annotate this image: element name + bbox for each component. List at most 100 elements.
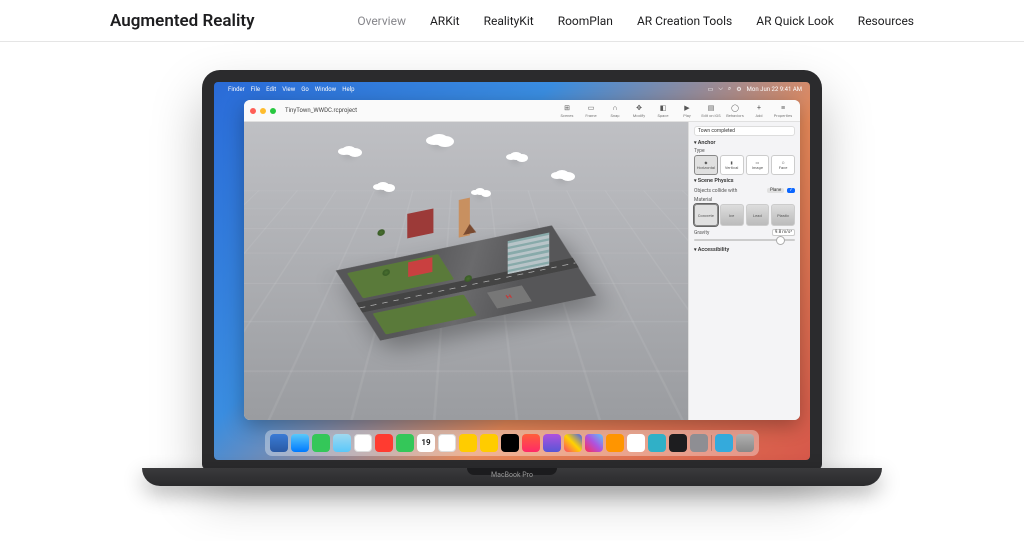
menubar-clock: Mon Jun 22 9:41 AM: [747, 86, 802, 93]
nav-arkit[interactable]: ARKit: [430, 14, 460, 28]
nav-creation-tools[interactable]: AR Creation Tools: [637, 14, 732, 28]
menu-file[interactable]: File: [251, 86, 260, 93]
dock-reminders-icon[interactable]: [459, 434, 477, 452]
menubar-app[interactable]: Finder: [228, 86, 245, 93]
control-center-icon[interactable]: ⚙: [736, 86, 741, 93]
dock-podcasts-icon[interactable]: [543, 434, 561, 452]
dock-safari-icon[interactable]: [291, 434, 309, 452]
gravity-slider[interactable]: [694, 239, 795, 241]
cloud-icon: [555, 170, 569, 179]
nav-roomplan[interactable]: RoomPlan: [558, 14, 613, 28]
material-concrete[interactable]: Concrete: [694, 204, 718, 226]
anchor-section[interactable]: Anchor: [694, 140, 795, 146]
traffic-lights: [250, 108, 276, 114]
tool-edit-ios[interactable]: ▤Edit on iOS: [700, 103, 722, 118]
collide-value[interactable]: Plane: [767, 188, 784, 193]
behaviors-icon: ◯: [730, 103, 740, 113]
laptop-screen: Finder File Edit View Go Window Help ▭ ⌵…: [214, 82, 810, 460]
material-lead[interactable]: Lead: [746, 204, 770, 226]
dock-tv-icon[interactable]: [501, 434, 519, 452]
laptop-label: MacBook Pro: [491, 471, 533, 479]
dock-calendar-icon[interactable]: 19: [417, 434, 435, 452]
cloud-icon: [510, 152, 522, 160]
search-icon[interactable]: ⌕: [728, 85, 731, 93]
gravity-value[interactable]: 9.8 m/s²: [772, 229, 795, 236]
top-nav: Augmented Reality Overview ARKit Reality…: [0, 0, 1024, 42]
dock-photos-icon[interactable]: [375, 434, 393, 452]
cloud-icon: [475, 188, 485, 195]
menu-help[interactable]: Help: [342, 86, 354, 93]
window-title: TinyTown_WWDC.rcproject: [285, 107, 357, 114]
menu-go[interactable]: Go: [301, 86, 309, 93]
dock-music-icon[interactable]: [522, 434, 540, 452]
dock-mail-icon[interactable]: [333, 434, 351, 452]
nav-links: Overview ARKit RealityKit RoomPlan AR Cr…: [357, 14, 914, 28]
tool-space[interactable]: ◧Space: [652, 103, 674, 118]
nav-resources[interactable]: Resources: [858, 14, 914, 28]
cloud-icon: [377, 182, 389, 190]
collide-toggle[interactable]: ✓: [787, 188, 795, 193]
anchor-face[interactable]: ☺Face: [771, 155, 795, 175]
status-field[interactable]: Town completed: [694, 126, 795, 136]
dock-finder-icon[interactable]: [270, 434, 288, 452]
anchor-horizontal[interactable]: ◆Horizontal: [694, 155, 718, 175]
tool-modify[interactable]: ✥Modify: [628, 103, 650, 118]
dock-trash-icon[interactable]: [736, 434, 754, 452]
dock-keynote-icon[interactable]: [606, 434, 624, 452]
snap-icon: ∩: [610, 103, 620, 113]
menu-view[interactable]: View: [282, 86, 295, 93]
cloud-icon: [430, 134, 448, 145]
nav-quick-look[interactable]: AR Quick Look: [756, 14, 834, 28]
anchor-type-label: Type: [694, 148, 795, 154]
device-icon: ▤: [706, 103, 716, 113]
nav-overview[interactable]: Overview: [357, 14, 406, 28]
physics-section[interactable]: Scene Physics: [694, 178, 795, 184]
macos-menubar: Finder File Edit View Go Window Help ▭ ⌵…: [214, 82, 810, 96]
hero-stage: Finder File Edit View Go Window Help ▭ ⌵…: [0, 42, 1024, 541]
dock-maps-icon[interactable]: [354, 434, 372, 452]
helipad: H: [487, 286, 531, 309]
dock-preferences-icon[interactable]: [690, 434, 708, 452]
dock-facetime-icon[interactable]: [396, 434, 414, 452]
tool-snap[interactable]: ∩Snap: [604, 103, 626, 118]
window-titlebar: TinyTown_WWDC.rcproject ⊞Scenes ▭Frame ∩…: [244, 100, 800, 122]
anchor-image[interactable]: ▭Image: [746, 155, 770, 175]
dock-messages-icon[interactable]: [312, 434, 330, 452]
laptop: Finder File Edit View Go Window Help ▭ ⌵…: [142, 70, 882, 486]
space-icon: ◧: [658, 103, 668, 113]
material-plastic[interactable]: Plastic: [771, 204, 795, 226]
gravity-label: Gravity: [694, 230, 709, 236]
modify-icon: ✥: [634, 103, 644, 113]
menu-window[interactable]: Window: [315, 86, 336, 93]
page-title: Augmented Reality: [110, 11, 255, 31]
tool-behaviors[interactable]: ◯Behaviors: [724, 103, 746, 118]
dock-pages-icon[interactable]: [648, 434, 666, 452]
tool-properties[interactable]: ≡Properties: [772, 103, 794, 118]
material-row: Concrete Ice Lead Plastic: [694, 204, 795, 226]
nav-realitykit[interactable]: RealityKit: [484, 14, 534, 28]
anchor-vertical[interactable]: ▮Vertical: [720, 155, 744, 175]
dock-separator: [711, 435, 712, 451]
tool-play[interactable]: ▶Play: [676, 103, 698, 118]
minimize-icon[interactable]: [260, 108, 266, 114]
menu-edit[interactable]: Edit: [266, 86, 276, 93]
reality-composer-window: TinyTown_WWDC.rcproject ⊞Scenes ▭Frame ∩…: [244, 100, 800, 420]
tool-add[interactable]: +Add: [748, 103, 770, 118]
zoom-icon[interactable]: [270, 108, 276, 114]
dock-xcode-icon[interactable]: [669, 434, 687, 452]
ground-plane: H: [336, 225, 597, 340]
dock-notes-icon[interactable]: [480, 434, 498, 452]
dock-numbers-icon[interactable]: [627, 434, 645, 452]
dock-news-icon[interactable]: [564, 434, 582, 452]
material-ice[interactable]: Ice: [720, 204, 744, 226]
dock-appstore-icon[interactable]: [585, 434, 603, 452]
dock-contacts-icon[interactable]: [438, 434, 456, 452]
dock-downloads-icon[interactable]: [715, 434, 733, 452]
tool-frame[interactable]: ▭Frame: [580, 103, 602, 118]
inspector-panel: Town completed Anchor Type ◆Horizontal ▮…: [688, 122, 800, 420]
tool-scenes[interactable]: ⊞Scenes: [556, 103, 578, 118]
close-icon[interactable]: [250, 108, 256, 114]
3d-viewport[interactable]: H: [244, 122, 688, 420]
accessibility-section[interactable]: Accessibility: [694, 247, 795, 253]
add-icon: +: [754, 103, 764, 113]
